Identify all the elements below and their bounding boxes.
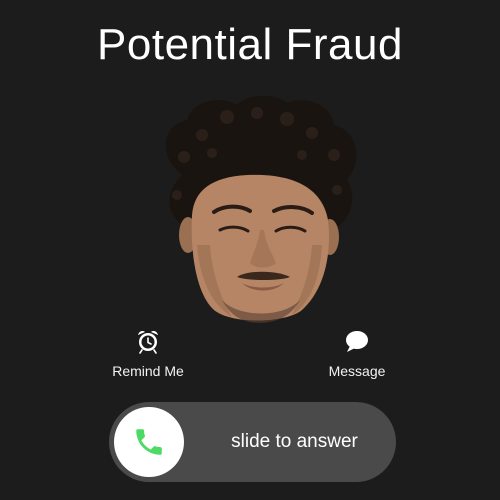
- caller-photo: [165, 95, 357, 323]
- slide-to-answer-slider[interactable]: slide to answer: [109, 402, 396, 482]
- phone-icon: [136, 429, 162, 455]
- alarm-clock-icon: [138, 331, 158, 354]
- caller-name: Potential Fraud: [97, 20, 403, 69]
- message-button[interactable]: Message: [302, 328, 412, 379]
- message-label: Message: [328, 363, 386, 379]
- answer-knob[interactable]: [114, 407, 184, 477]
- message-bubble-icon: [346, 331, 368, 352]
- remind-me-label: Remind Me: [112, 363, 184, 379]
- remind-me-button[interactable]: Remind Me: [93, 328, 203, 379]
- incoming-call-screen: Potential Fraud Remind Me Message slide …: [0, 0, 500, 500]
- slide-to-answer-label: slide to answer: [231, 431, 358, 452]
